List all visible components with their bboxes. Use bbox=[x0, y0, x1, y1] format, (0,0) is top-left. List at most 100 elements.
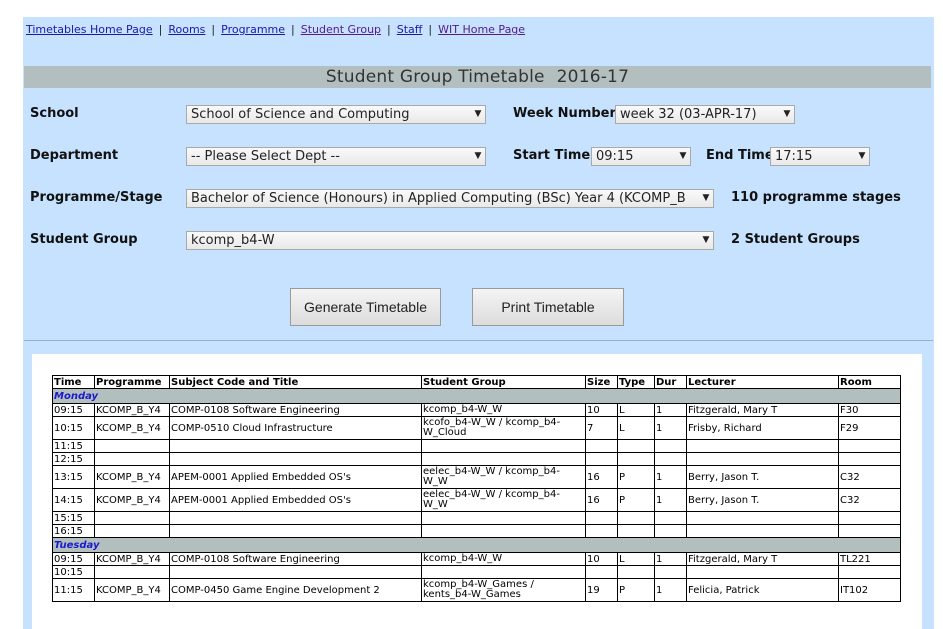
chevron-down-icon: ▼ bbox=[471, 148, 485, 165]
nav-link-programme[interactable]: Programme bbox=[221, 23, 285, 36]
school-select[interactable]: School of Science and Computing ▼ bbox=[186, 105, 486, 124]
day-name: Tuesday bbox=[52, 537, 901, 553]
table-cell bbox=[686, 524, 839, 538]
generate-timetable-button[interactable]: Generate Timetable bbox=[290, 288, 441, 326]
end-time-select[interactable]: 17:15 ▼ bbox=[770, 147, 870, 166]
table-cell bbox=[686, 511, 839, 525]
table-cell: APEM-0001 Applied Embedded OS's bbox=[169, 465, 422, 489]
table-cell bbox=[838, 452, 901, 466]
table-cell: COMP-0450 Game Engine Development 2 bbox=[169, 578, 422, 602]
table-header-row: Time Programme Subject Code and Title St… bbox=[52, 375, 901, 389]
nav-link-staff[interactable]: Staff bbox=[397, 23, 423, 36]
table-row: 14:15 KCOMP_B_Y4 APEM-0001 Applied Embedde… bbox=[52, 488, 901, 512]
table-cell: kcomp_b4-W_W bbox=[421, 403, 586, 417]
chevron-down-icon: ▼ bbox=[780, 106, 794, 123]
table-cell: 15:15 bbox=[52, 511, 95, 525]
academic-year: 2016-17 bbox=[556, 67, 630, 87]
start-time-select[interactable]: 09:15 ▼ bbox=[591, 147, 691, 166]
table-cell: Berry, Jason T. bbox=[686, 465, 839, 489]
timetable-body: Monday 09:15 KCOMP_B_Y4 COMP-0108 Software … bbox=[52, 388, 901, 602]
chevron-down-icon: ▼ bbox=[676, 148, 690, 165]
table-row: 16:15 bbox=[52, 524, 901, 538]
day-header-row: Tuesday bbox=[52, 537, 901, 553]
nav-separator: | bbox=[291, 23, 295, 36]
table-cell: 09:15 bbox=[52, 403, 95, 417]
department-select[interactable]: -- Please Select Dept -- ▼ bbox=[186, 147, 486, 166]
table-cell: C32 bbox=[838, 465, 901, 489]
table-cell bbox=[94, 511, 170, 525]
table-cell: COMP-0108 Software Engineering bbox=[169, 403, 422, 417]
table-cell bbox=[94, 439, 170, 453]
column-header: Size bbox=[585, 375, 618, 389]
student-group-label: Student Group bbox=[30, 232, 138, 247]
main-panel: Timetables Home Page | Rooms | Programme | Stu… bbox=[23, 17, 934, 629]
nav-separator: | bbox=[211, 23, 216, 36]
week-select[interactable]: week 32 (03-APR-17) ▼ bbox=[615, 105, 795, 124]
table-cell bbox=[585, 439, 618, 453]
table-cell bbox=[421, 452, 586, 466]
table-cell: eelec_b4-W_W / kcomp_b4-W_W bbox=[421, 465, 586, 489]
table-cell: 10 bbox=[585, 403, 618, 417]
table-cell bbox=[617, 565, 655, 579]
week-select-value: week 32 (03-APR-17) bbox=[620, 107, 757, 122]
nav-separator: | bbox=[387, 23, 391, 36]
table-cell bbox=[169, 511, 422, 525]
table-cell: 16 bbox=[585, 488, 618, 512]
table-cell bbox=[421, 439, 586, 453]
table-cell: COMP-0510 Cloud Infrastructure bbox=[169, 416, 422, 440]
column-header: Programme bbox=[94, 375, 170, 389]
column-header: Dur bbox=[654, 375, 687, 389]
table-cell: kcofo_b4-W_W / kcomp_b4-W_Cloud bbox=[421, 416, 586, 440]
table-cell: 7 bbox=[585, 416, 618, 440]
table-cell: 12:15 bbox=[52, 452, 95, 466]
table-cell: Fitzgerald, Mary T bbox=[686, 403, 839, 417]
programme-select-value: Bachelor of Science (Honours) in Applied… bbox=[191, 191, 686, 206]
nav-link-timetables-home[interactable]: Timetables Home Page bbox=[26, 23, 153, 36]
table-cell bbox=[169, 452, 422, 466]
chevron-down-icon: ▼ bbox=[699, 190, 713, 207]
table-cell bbox=[94, 565, 170, 579]
programme-select[interactable]: Bachelor of Science (Honours) in Applied… bbox=[186, 189, 714, 208]
table-cell: 10:15 bbox=[52, 565, 95, 579]
table-cell bbox=[654, 452, 687, 466]
school-select-value: School of Science and Computing bbox=[191, 107, 410, 122]
table-cell: C32 bbox=[838, 488, 901, 512]
table-cell: L bbox=[617, 416, 655, 440]
table-cell bbox=[585, 511, 618, 525]
table-cell bbox=[686, 565, 839, 579]
column-header: Room bbox=[838, 375, 901, 389]
table-cell bbox=[169, 565, 422, 579]
table-cell: IT102 bbox=[838, 578, 901, 602]
end-time-label: End Time bbox=[706, 148, 774, 163]
table-cell: KCOMP_B_Y4 bbox=[94, 465, 170, 489]
table-cell: 14:15 bbox=[52, 488, 95, 512]
student-group-select-value: kcomp_b4-W bbox=[191, 233, 275, 248]
table-cell: kcomp_b4-W_W bbox=[421, 552, 586, 566]
table-cell: eelec_b4-W_W / kcomp_b4-W_W bbox=[421, 488, 586, 512]
divider bbox=[24, 340, 933, 341]
table-cell: 16:15 bbox=[52, 524, 95, 538]
table-row: 11:15 bbox=[52, 439, 901, 453]
student-group-select[interactable]: kcomp_b4-W ▼ bbox=[186, 231, 714, 250]
nav-link-student-group[interactable]: Student Group bbox=[301, 23, 381, 36]
table-cell: KCOMP_B_Y4 bbox=[94, 578, 170, 602]
table-cell: TL221 bbox=[838, 552, 901, 566]
column-header: Type bbox=[617, 375, 655, 389]
table-cell bbox=[686, 439, 839, 453]
nav-link-wit-home[interactable]: WIT Home Page bbox=[438, 23, 525, 36]
table-cell: 1 bbox=[654, 552, 687, 566]
print-timetable-button[interactable]: Print Timetable bbox=[472, 288, 624, 326]
table-cell bbox=[169, 524, 422, 538]
chevron-down-icon: ▼ bbox=[855, 148, 869, 165]
day-name: Monday bbox=[52, 388, 901, 404]
nav-separator: | bbox=[158, 23, 163, 36]
table-cell: KCOMP_B_Y4 bbox=[94, 403, 170, 417]
table-cell bbox=[94, 524, 170, 538]
table-cell bbox=[617, 439, 655, 453]
table-cell: Fitzgerald, Mary T bbox=[686, 552, 839, 566]
nav-link-rooms[interactable]: Rooms bbox=[168, 23, 205, 36]
table-cell: 11:15 bbox=[52, 439, 95, 453]
table-cell bbox=[654, 511, 687, 525]
day-header-row: Monday bbox=[52, 388, 901, 404]
table-cell bbox=[585, 565, 618, 579]
